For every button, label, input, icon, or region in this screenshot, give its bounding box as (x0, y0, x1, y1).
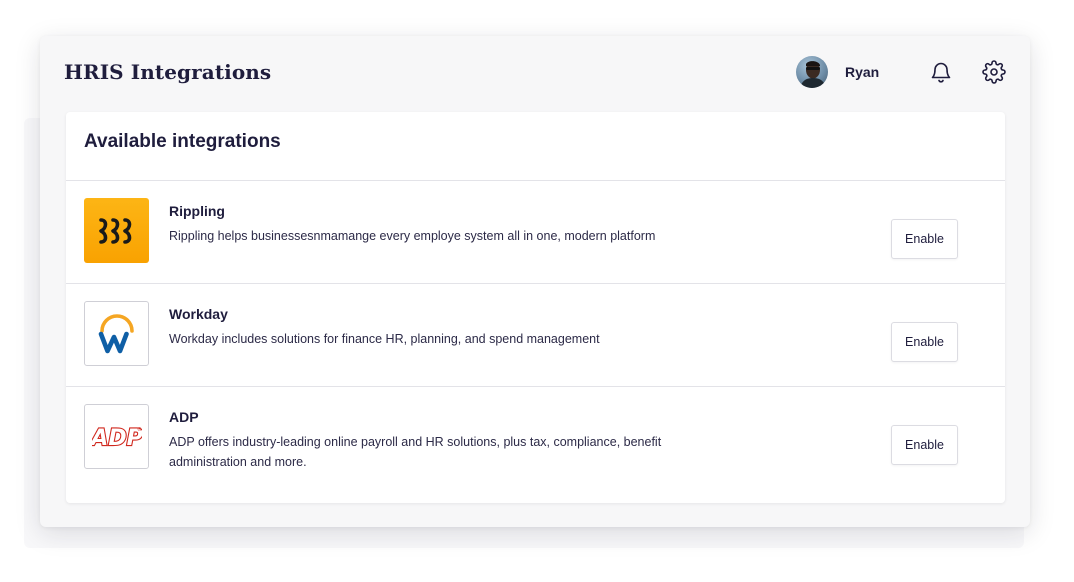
header: HRIS Integrations Ryan (40, 36, 1030, 112)
gear-icon[interactable] (982, 60, 1006, 84)
integrations-card: Available integrations Rippling Rippling… (66, 112, 1005, 503)
app-window: HRIS Integrations Ryan Available integra… (40, 36, 1030, 527)
integration-row-rippling: Rippling Rippling helps businessesnmaman… (66, 181, 1005, 284)
page-title: HRIS Integrations (64, 60, 272, 84)
avatar-portrait-icon (800, 61, 826, 88)
enable-rippling-button[interactable]: Enable (891, 219, 958, 259)
integration-name: Rippling (169, 203, 225, 219)
enable-workday-button[interactable]: Enable (891, 322, 958, 362)
avatar[interactable] (796, 56, 828, 88)
integration-row-adp: ADP ® ADP ADP offers industry-leading on… (66, 387, 1005, 490)
integration-description: Rippling helps businessesnmamange every … (169, 229, 656, 243)
rippling-logo (84, 198, 149, 263)
svg-text:®: ® (137, 426, 142, 433)
integration-name: ADP (169, 409, 199, 425)
adp-logo: ADP ® (84, 404, 149, 469)
integration-name: Workday (169, 306, 228, 322)
integration-description: ADP offers industry-leading online payro… (169, 435, 662, 469)
integration-row-workday: Workday Workday includes solutions for f… (66, 284, 1005, 387)
user-name: Ryan (845, 64, 880, 80)
workday-logo (84, 301, 149, 366)
user-profile[interactable]: Ryan (796, 56, 879, 88)
bell-icon[interactable] (929, 60, 953, 84)
card-title: Available integrations (84, 131, 281, 152)
svg-text:ADP: ADP (92, 426, 142, 450)
integration-description: Workday includes solutions for finance H… (169, 332, 600, 346)
enable-adp-button[interactable]: Enable (891, 425, 958, 465)
